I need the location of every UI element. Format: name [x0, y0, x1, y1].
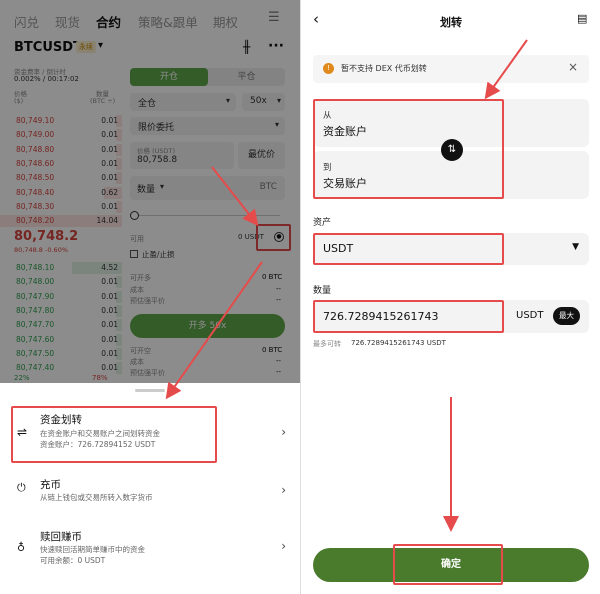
annotation-arrows	[443, 39, 528, 532]
arrow-to-fund-transfer	[165, 261, 263, 400]
arrow-to-accounts	[484, 39, 528, 100]
annotation-arrows	[165, 166, 263, 400]
right-panel: ‹ 划转 ▤ ! 暂不支持 DEX 代币划转 × 从 资金账户 到 交易账户 ⇅…	[300, 0, 600, 594]
left-panel: 闪兑 现货 合约 策略&跟单 期权 ☰ BTCUSDT 永续 ▾ ╫ ··· 资…	[0, 0, 300, 594]
arrow-to-transfer-icon	[211, 166, 259, 227]
